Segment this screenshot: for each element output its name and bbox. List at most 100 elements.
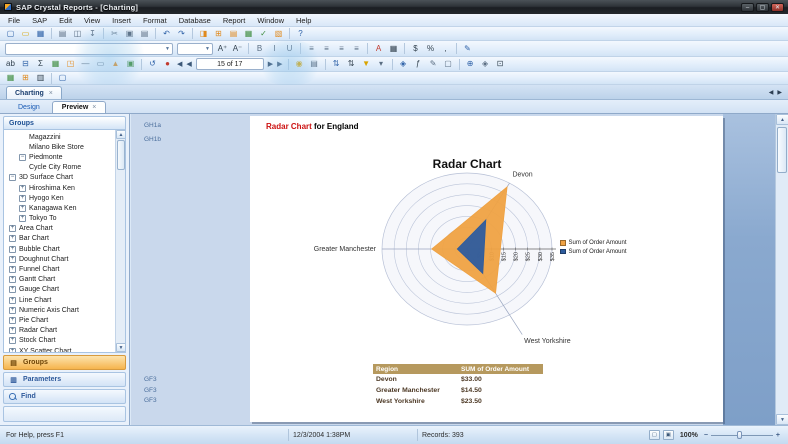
open-icon[interactable]: ▭ [19, 28, 32, 40]
redo-icon[interactable]: ↷ [175, 28, 188, 40]
zoom-icon[interactable]: ⊡ [494, 58, 507, 70]
percent-icon[interactable]: % [424, 43, 437, 55]
stop-icon[interactable]: ● [161, 58, 174, 70]
tree-item-funnel-chart[interactable]: +Funnel Chart [4, 264, 115, 274]
formula-workshop-icon[interactable]: ƒ [412, 58, 425, 70]
menu-item-insert[interactable]: Insert [106, 15, 137, 26]
insert-box-icon[interactable]: ▭ [94, 58, 107, 70]
tree-item-hyogo-ken[interactable]: +Hyogo Ken [4, 193, 115, 203]
shrink-font-icon[interactable]: A⁻ [231, 43, 244, 55]
tree-scrollbar[interactable]: ▲ ▼ [115, 130, 125, 352]
select-expert-icon[interactable]: ◈ [397, 58, 410, 70]
find-panel-button[interactable]: Find [3, 389, 126, 404]
outline-border-icon[interactable]: ▦ [387, 43, 400, 55]
filter-caret-icon[interactable]: ▾ [375, 58, 388, 70]
tree-item-radar-chart[interactable]: +Radar Chart [4, 326, 115, 336]
expand-icon[interactable]: + [9, 297, 16, 304]
tree-item-gantt-chart[interactable]: +Gantt Chart [4, 275, 115, 285]
paste-icon[interactable]: ▤ [138, 28, 151, 40]
expand-icon[interactable]: + [9, 286, 16, 293]
expand-icon[interactable]: + [9, 256, 16, 263]
suppress-icon[interactable]: ▤ [308, 58, 321, 70]
parameters-panel-button[interactable]: ▥Parameters [3, 372, 126, 387]
scroll-up-icon[interactable]: ▲ [116, 130, 126, 139]
menu-item-sap[interactable]: SAP [26, 15, 53, 26]
bold-icon[interactable]: B [253, 43, 266, 55]
thousands-icon[interactable]: , [439, 43, 452, 55]
last-page-button[interactable]: ▶ [275, 60, 284, 68]
tab-preview[interactable]: Preview × [52, 101, 107, 113]
report-explorer-icon[interactable]: ▤ [227, 28, 240, 40]
new-icon[interactable]: ▢ [4, 28, 17, 40]
repository-explorer-icon[interactable]: ▦ [242, 28, 255, 40]
insert-line-icon[interactable]: — [79, 58, 92, 70]
maximize-button[interactable]: ▢ [756, 3, 769, 12]
first-page-button[interactable]: ◀ [175, 60, 184, 68]
preview-vertical-scrollbar[interactable]: ▲ ▼ [775, 114, 788, 425]
dependency-checker-icon[interactable]: ✓ [257, 28, 270, 40]
group-sort-icon[interactable]: ⇅ [345, 58, 358, 70]
section-expert-icon[interactable]: ▥ [34, 72, 47, 84]
expand-icon[interactable]: + [9, 307, 16, 314]
tree-item-magazzini[interactable]: Magazzini [4, 132, 115, 142]
tree-item-line-chart[interactable]: +Line Chart [4, 295, 115, 305]
cut-icon[interactable]: ✂ [108, 28, 121, 40]
menu-item-format[interactable]: Format [137, 15, 173, 26]
expand-icon[interactable]: + [9, 276, 16, 283]
tree-item-bubble-chart[interactable]: +Bubble Chart [4, 244, 115, 254]
document-tab-charting[interactable]: Charting × [6, 86, 62, 99]
insert-hyperlink-icon[interactable]: ⊕ [464, 58, 477, 70]
expand-icon[interactable]: + [19, 215, 26, 222]
cancel-menu-icon[interactable]: ▢ [442, 58, 455, 70]
expand-icon[interactable]: + [9, 317, 16, 324]
tree-item-area-chart[interactable]: +Area Chart [4, 224, 115, 234]
format-copy-icon[interactable]: ✎ [427, 58, 440, 70]
refresh-icon[interactable]: ↺ [146, 58, 159, 70]
save-icon[interactable]: ▦ [34, 28, 47, 40]
zoom-slider-handle[interactable] [737, 431, 742, 439]
database-expert-icon[interactable]: ▦ [4, 72, 17, 84]
workbench-icon[interactable]: ▧ [272, 28, 285, 40]
previous-page-button[interactable]: ◀ [184, 60, 193, 68]
insert-text-object-icon[interactable]: ab [4, 58, 17, 70]
tree-item-hiroshima-ken[interactable]: +Hiroshima Ken [4, 183, 115, 193]
tree-scrollbar-thumb[interactable] [117, 140, 125, 170]
page-width-view-icon[interactable]: ▣ [663, 430, 674, 440]
align-left-icon[interactable]: ≡ [305, 43, 318, 55]
tree-item-kanagawa-ken[interactable]: +Kanagawa Ken [4, 203, 115, 213]
tree-item-3d-surface-chart[interactable]: −3D Surface Chart [4, 173, 115, 183]
expand-icon[interactable]: + [9, 225, 16, 232]
filter-icon[interactable]: ▼ [360, 58, 373, 70]
collapse-icon[interactable]: − [9, 174, 16, 181]
tree-item-pie-chart[interactable]: +Pie Chart [4, 315, 115, 325]
single-page-view-icon[interactable]: ▢ [649, 430, 660, 440]
toggle-preview-panel-icon[interactable]: ◨ [197, 28, 210, 40]
scrollbar-thumb[interactable] [777, 127, 787, 173]
print-icon[interactable]: ▤ [56, 28, 69, 40]
tree-item-tokyo-to[interactable]: +Tokyo To [4, 214, 115, 224]
menu-item-view[interactable]: View [78, 15, 106, 26]
expand-icon[interactable]: + [19, 195, 26, 202]
expand-icon[interactable]: + [19, 185, 26, 192]
tree-item-piedmonte[interactable]: −Piedmonte [4, 152, 115, 162]
menu-item-report[interactable]: Report [217, 15, 252, 26]
grow-font-icon[interactable]: A⁺ [216, 43, 229, 55]
insert-chart-icon[interactable]: ▲ [109, 58, 122, 70]
menu-item-database[interactable]: Database [173, 15, 217, 26]
tree-item-bar-chart[interactable]: +Bar Chart [4, 234, 115, 244]
expand-icon[interactable]: + [9, 266, 16, 273]
expand-icon[interactable]: + [19, 205, 26, 212]
font-size-combobox[interactable]: ▼ [177, 43, 213, 55]
tree-item-cycle-city-rome[interactable]: Cycle City Rome [4, 163, 115, 173]
tab-scroll-left-icon[interactable]: ◀ [769, 89, 774, 96]
tab-scroll-right-icon[interactable]: ▶ [777, 89, 782, 96]
expand-icon[interactable]: + [9, 235, 16, 242]
zoom-out-icon[interactable]: − [704, 432, 708, 439]
currency-icon[interactable]: $ [409, 43, 422, 55]
insert-group-icon[interactable]: ⊟ [19, 58, 32, 70]
expand-icon[interactable]: + [9, 348, 16, 353]
tab-design[interactable]: Design [8, 101, 50, 113]
collapse-icon[interactable]: − [19, 154, 26, 161]
menu-item-window[interactable]: Window [251, 15, 290, 26]
justify-icon[interactable]: ≡ [350, 43, 363, 55]
